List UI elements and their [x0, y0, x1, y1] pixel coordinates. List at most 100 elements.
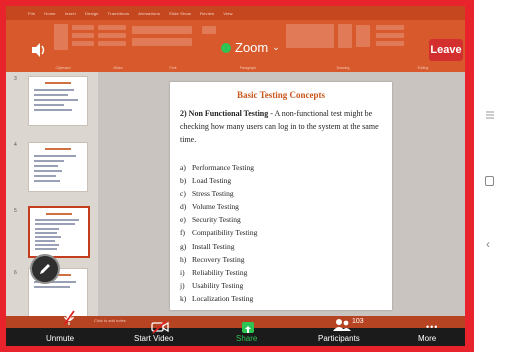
annotate-button[interactable] [30, 254, 60, 284]
ribbon-tab-insert[interactable]: Insert [65, 11, 76, 16]
slide-thumbnail-selected[interactable] [28, 206, 90, 258]
font-format-buttons[interactable] [132, 38, 192, 46]
pencil-icon [40, 264, 50, 274]
thumbnail-text-line [34, 160, 64, 162]
thumbnail-text-line [35, 232, 57, 234]
list-marker: g) [180, 241, 187, 251]
quick-styles-button[interactable] [356, 25, 370, 47]
heading-bold-text: Non Functional Testing [188, 109, 269, 118]
ribbon-tab-review[interactable]: Review [200, 11, 214, 16]
list-item: g) Install Testing [180, 240, 380, 253]
reset-button[interactable] [98, 33, 126, 38]
thumbnail-text-line [34, 104, 64, 106]
participants-count: 103 [352, 318, 364, 325]
start-video-button[interactable]: Start Video [134, 334, 173, 343]
list-item: e) Security Testing [180, 213, 380, 226]
thumbnail-text-line [35, 248, 57, 250]
ribbon-tab-home[interactable]: Home [44, 11, 55, 16]
video-off-icon[interactable] [151, 320, 169, 334]
ribbon-tab-animations[interactable]: Animations [138, 11, 160, 16]
list-marker: j) [180, 280, 185, 290]
current-slide[interactable]: Basic Testing Concepts 2) Non Functional… [170, 82, 392, 310]
leave-button[interactable]: Leave [429, 39, 463, 61]
shape-outline-button[interactable] [376, 33, 404, 38]
ribbon-tab-design[interactable]: Design [85, 11, 99, 16]
notes-hint[interactable]: Click to add notes [94, 318, 126, 323]
list-marker: c) [180, 189, 186, 199]
testing-types-list: a) Performance Testing b) Load Testing c) S… [180, 161, 380, 305]
more-dots-icon[interactable]: ••• [426, 322, 438, 332]
list-item-text: Compatibility Testing [192, 228, 258, 238]
shape-fill-button[interactable] [376, 25, 404, 30]
list-item: i) Reliability Testing [180, 266, 380, 279]
zoom-title[interactable]: Zoom ⌄ [221, 40, 280, 55]
ribbon-tab-transitions[interactable]: Transitions [108, 11, 130, 16]
list-marker: e) [180, 215, 186, 225]
font-select[interactable] [132, 26, 192, 34]
back-chevron-icon[interactable]: ‹ [486, 238, 490, 250]
thumbnail-text-line [34, 175, 56, 177]
list-marker: i) [180, 267, 185, 277]
home-square-icon[interactable] [485, 176, 494, 186]
cut-button[interactable] [72, 25, 94, 30]
thumbnail-text-line [34, 109, 72, 111]
share-screen-icon[interactable] [242, 322, 254, 333]
ribbon-tab-slideshow[interactable]: Slide Show [169, 11, 191, 16]
list-item: f) Compatibility Testing [180, 226, 380, 239]
slide-title: Basic Testing Concepts [236, 90, 325, 100]
thumbnail-text-line [34, 286, 70, 288]
copy-button[interactable] [72, 33, 94, 38]
share-label: Share [236, 334, 258, 343]
zoom-app-name: Zoom [235, 40, 269, 55]
list-item: b) Load Testing [180, 174, 380, 187]
thumbnail-title-line [46, 213, 72, 215]
list-item: a) Performance Testing [180, 161, 380, 174]
slide-thumbnail[interactable] [28, 76, 88, 126]
ribbon-tab-file[interactable]: File [28, 11, 35, 16]
unmute-button[interactable]: Unmute [46, 334, 74, 343]
list-marker: a) [180, 163, 186, 172]
thumbnail-text-line [35, 236, 61, 238]
speaker-icon[interactable] [30, 42, 48, 58]
list-marker: d) [180, 202, 187, 212]
thumbnail-text-line [35, 228, 59, 230]
shared-screen: File Home Insert Design Transitions Anim… [6, 6, 465, 346]
thumbnail-text-line [34, 170, 62, 172]
format-painter-button[interactable] [72, 41, 94, 46]
section-button[interactable] [98, 41, 126, 46]
paste-button[interactable] [54, 24, 68, 50]
thumbnail-text-line [34, 94, 68, 96]
participants-button[interactable]: Participants [318, 334, 360, 343]
thumbnail-text-line [34, 89, 74, 91]
thumbnail-title-line [45, 82, 71, 84]
more-button[interactable]: More [418, 334, 436, 343]
ribbon-tabs: File Home Insert Design Transitions Anim… [6, 6, 465, 20]
thumbnail-text-line [34, 180, 60, 182]
list-marker: f) [180, 228, 185, 238]
list-item: d) Volume Testing [180, 200, 380, 213]
list-item-text: Usability Testing [192, 280, 244, 290]
ribbon-tab-view[interactable]: View [223, 11, 232, 16]
menu-lines-icon[interactable] [484, 108, 496, 120]
shapes-gallery[interactable] [286, 24, 334, 48]
share-screen-button[interactable]: Share [236, 334, 257, 343]
thumbnail-text-line [35, 219, 79, 221]
slide-thumbnail[interactable] [28, 142, 88, 192]
unmute-label: Unmute [46, 334, 75, 343]
list-item: j) Usability Testing [180, 279, 380, 292]
thumbnail-text-line [34, 165, 58, 167]
list-item-text: Localization Testing [192, 293, 254, 303]
bullets-button[interactable] [202, 26, 216, 34]
thumbnail-text-line [35, 240, 55, 242]
thumbnail-number: 4 [14, 142, 17, 148]
arrange-button[interactable] [338, 24, 352, 48]
list-item-text: Volume Testing [192, 202, 239, 212]
shape-effects-button[interactable] [376, 41, 404, 46]
list-item-text: Performance Testing [192, 163, 255, 172]
microphone-muted-icon[interactable] [63, 308, 75, 330]
list-marker: b) [180, 176, 187, 186]
layout-button[interactable] [98, 25, 126, 30]
thumbnail-title-line [45, 148, 71, 150]
thumbnail-number: 3 [14, 76, 17, 82]
participants-icon[interactable] [332, 318, 352, 332]
